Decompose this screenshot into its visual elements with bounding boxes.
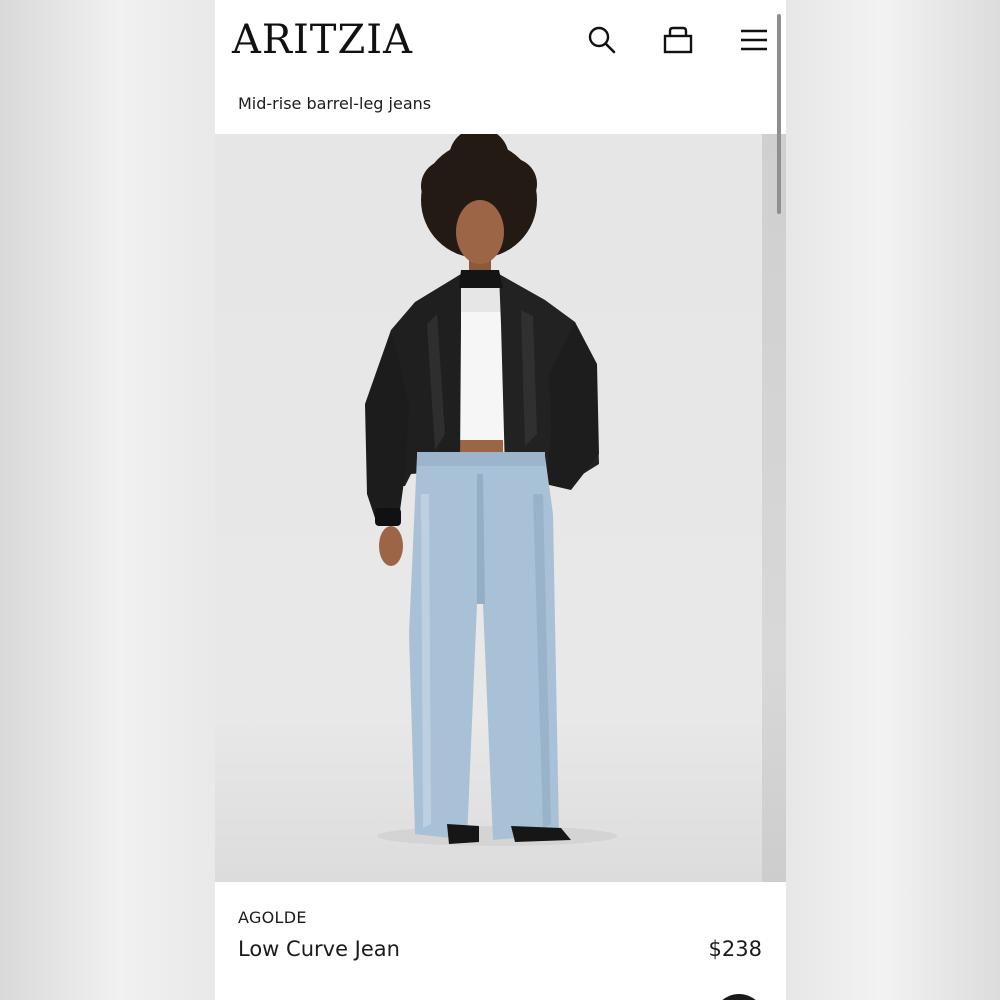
product-price: $238 xyxy=(708,937,762,961)
floating-action-button[interactable] xyxy=(713,994,765,1000)
shopping-bag-button[interactable] xyxy=(660,22,696,58)
search-icon xyxy=(588,26,616,54)
product-image[interactable] xyxy=(215,134,786,882)
site-header: ARITZIA xyxy=(215,0,786,80)
model-illustration xyxy=(365,134,617,846)
menu-icon xyxy=(741,29,767,51)
brand-logo[interactable]: ARITZIA xyxy=(232,14,413,66)
category-subtitle: Mid-rise barrel-leg jeans xyxy=(238,94,432,113)
menu-button[interactable] xyxy=(736,22,772,58)
shopping-bag-icon xyxy=(663,26,693,54)
scrollbar[interactable] xyxy=(777,14,781,214)
search-button[interactable] xyxy=(584,22,620,58)
product-brand: AGOLDE xyxy=(238,908,307,927)
product-name[interactable]: Low Curve Jean xyxy=(238,937,400,961)
product-listing-screen: ARITZIA Mid-rise barrel-leg jeans AGOLDE… xyxy=(215,0,786,1000)
